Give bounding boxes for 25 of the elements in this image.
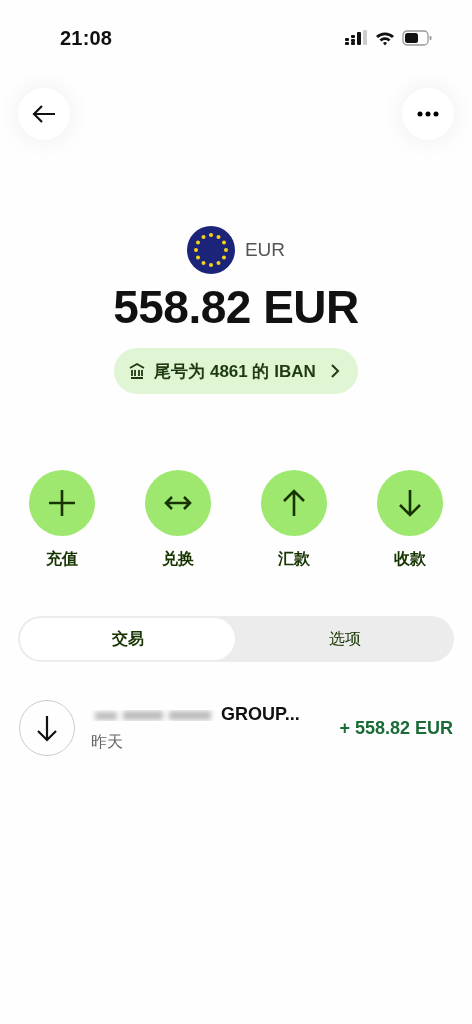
balance-amount: 558.82 EUR: [113, 280, 359, 334]
status-time: 21:08: [60, 26, 113, 50]
chevron-right-icon: [329, 363, 340, 379]
bank-icon: [128, 362, 147, 380]
more-button[interactable]: [402, 88, 454, 140]
back-button[interactable]: [18, 88, 70, 140]
back-arrow-icon: [31, 104, 57, 124]
signal-icon: [345, 30, 368, 46]
flag-icon: [186, 226, 235, 274]
currency-code: EUR: [244, 239, 286, 261]
iban-button[interactable]: 尾号为 4861 的 IBAN: [114, 348, 358, 394]
action-label: 汇款: [278, 549, 310, 569]
battery-icon: [402, 30, 432, 46]
transaction-amount: + 558.82 EUR: [339, 717, 453, 739]
down-arrow-icon: [36, 714, 58, 742]
tab[interactable]: 选项: [237, 618, 452, 660]
plus-icon: [47, 488, 77, 518]
transaction-name: GROUP...: [221, 704, 300, 725]
tab[interactable]: 交易: [20, 618, 235, 660]
wifi-icon: [375, 30, 395, 46]
action-label: 兑换: [162, 549, 194, 569]
action-label: 充值: [46, 549, 78, 569]
transaction-date: 昨天: [91, 731, 124, 752]
action-label: 收款: [394, 549, 426, 569]
more-icon: [417, 111, 439, 117]
